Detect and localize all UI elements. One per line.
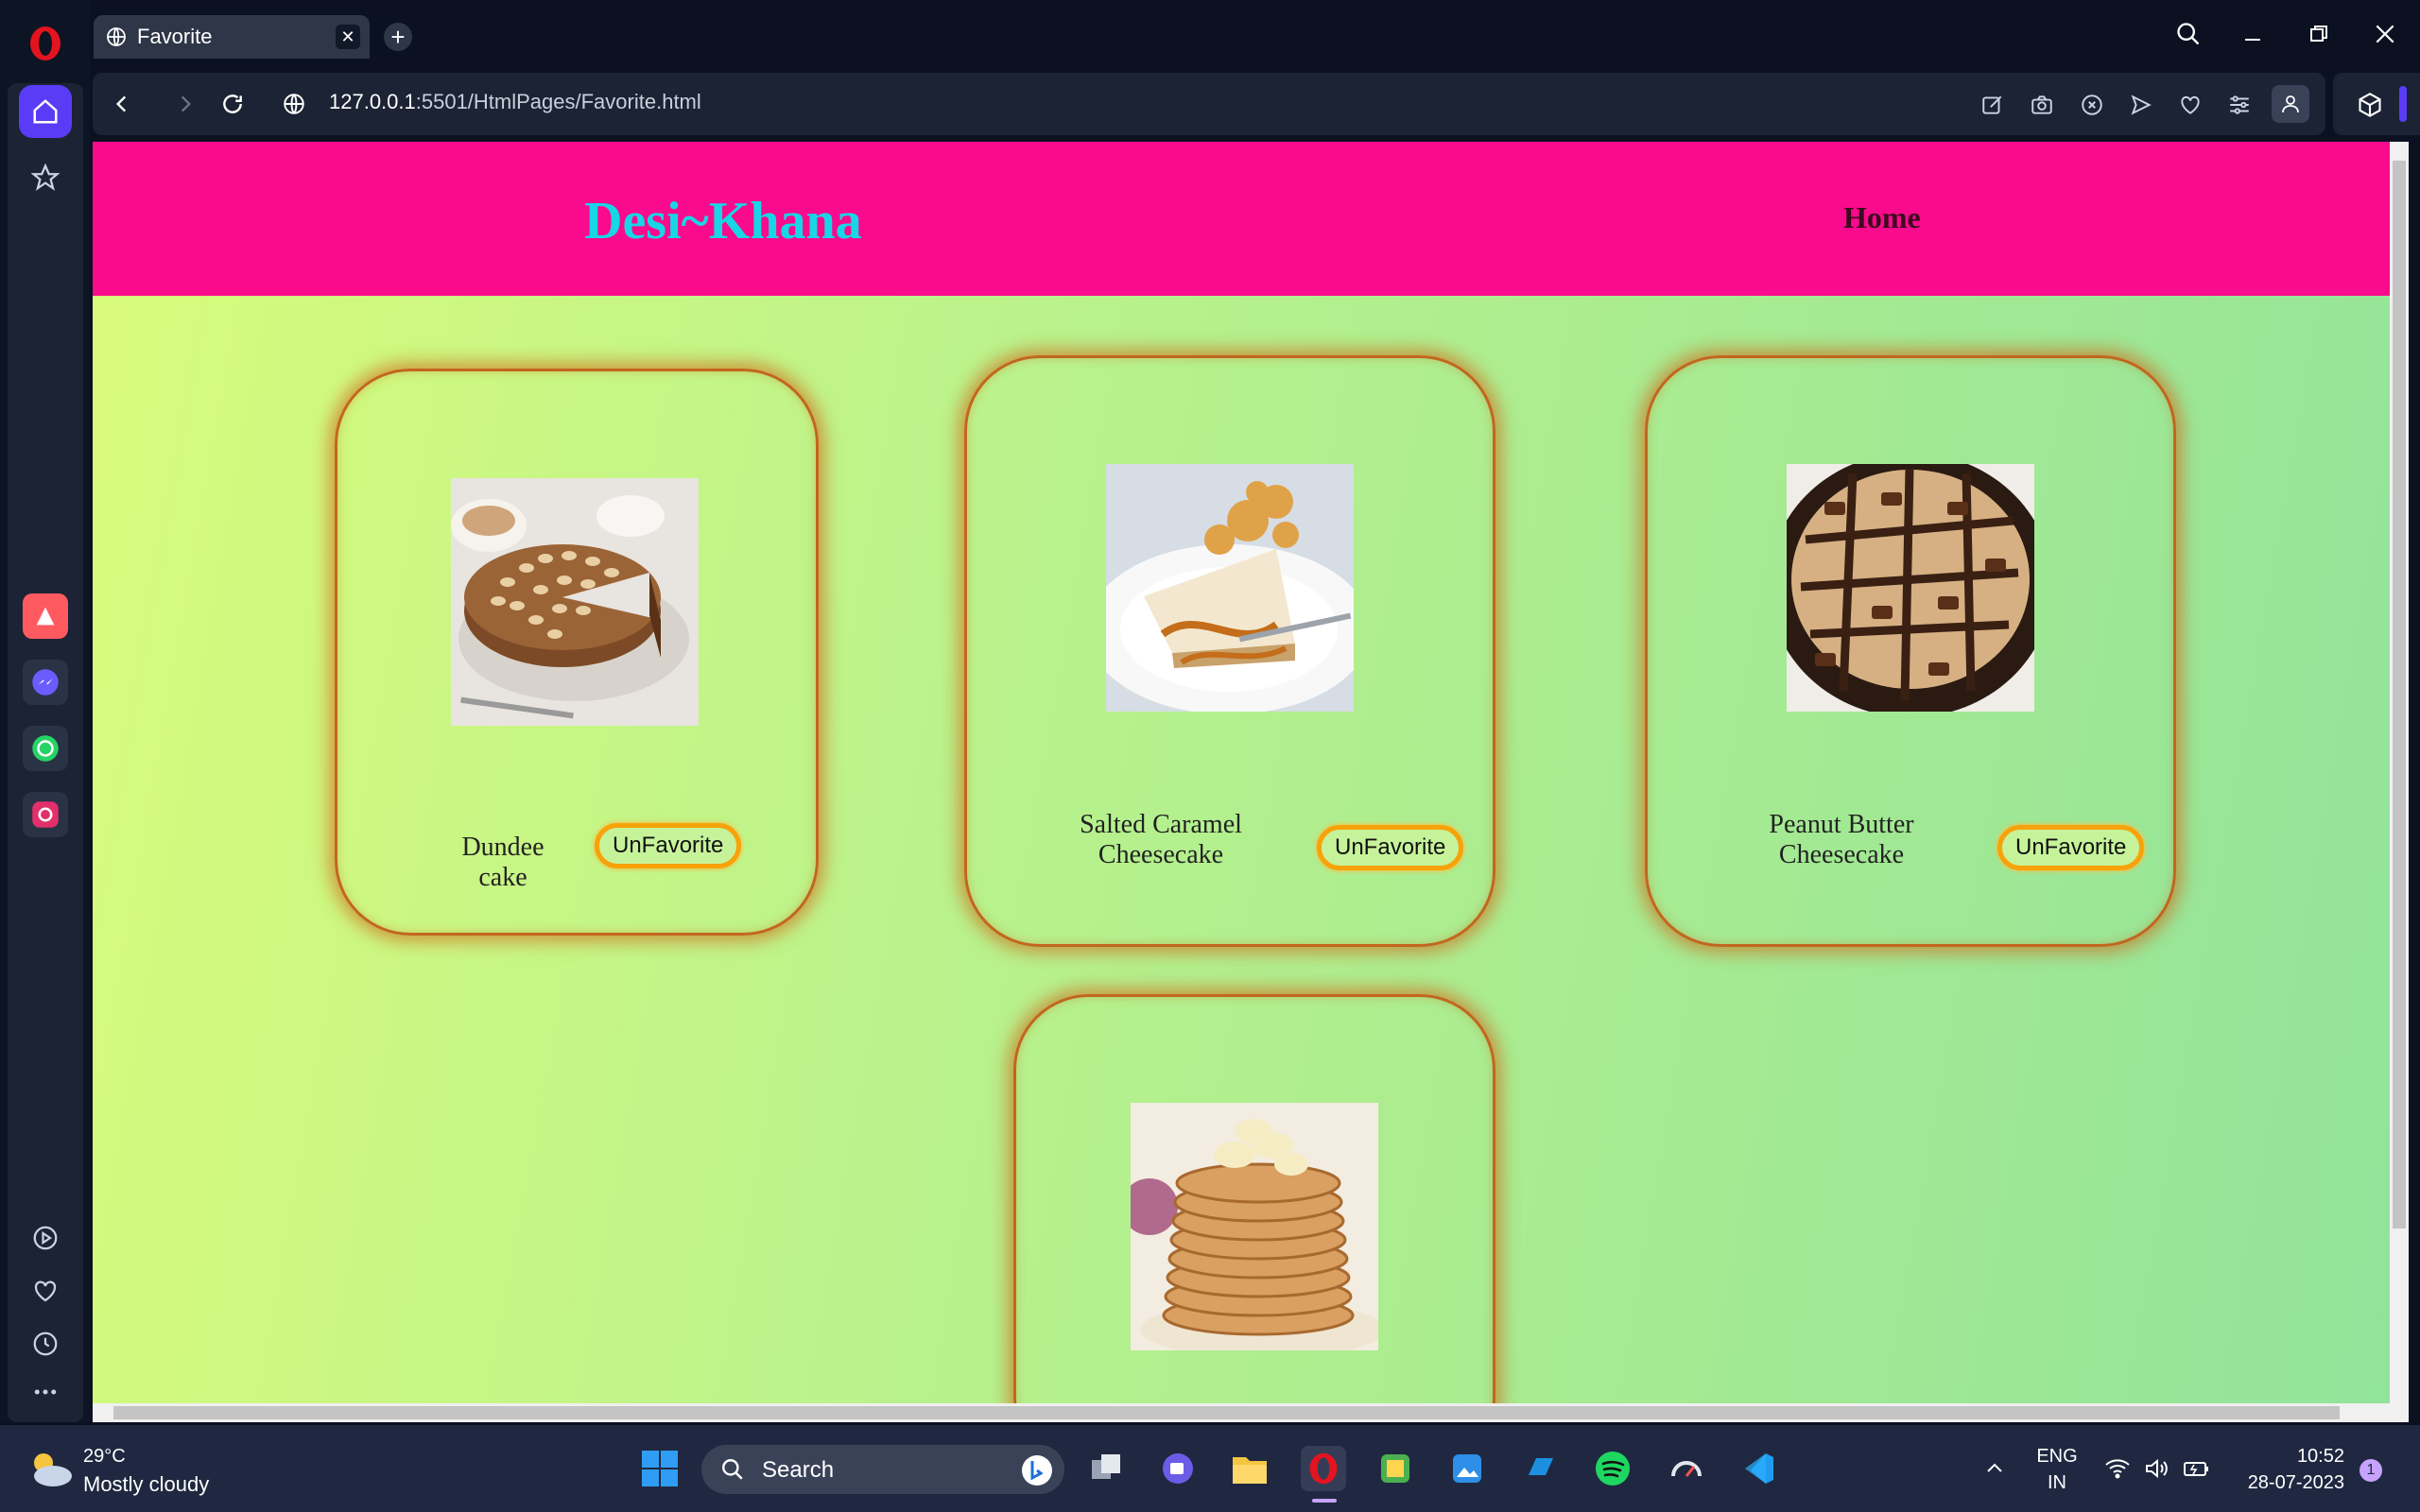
site-brand[interactable]: Desi~Khana	[584, 191, 862, 251]
more-dots-icon[interactable]	[19, 1366, 72, 1418]
search-label: Search	[762, 1457, 835, 1483]
close-window-icon[interactable]	[2368, 17, 2402, 51]
language-indicator-line1[interactable]: ENG	[2031, 1446, 2083, 1468]
food-name: Dundee cake	[461, 833, 544, 892]
taskbar-search-box[interactable]: Search	[701, 1445, 1064, 1494]
spotify-icon[interactable]	[1590, 1446, 1635, 1491]
unfavorite-button[interactable]: UnFavorite	[595, 823, 742, 868]
pancakes-image	[1131, 1103, 1378, 1350]
favorites-heart-icon[interactable]	[19, 1264, 72, 1317]
photos-icon[interactable]	[1444, 1446, 1490, 1491]
notification-badge[interactable]: 1	[2360, 1459, 2382, 1482]
url-field[interactable]: 127.0.0.1:5501/HtmlPages/Favorite.html	[329, 90, 701, 114]
extensions-area	[2333, 73, 2420, 135]
language-indicator-line2[interactable]: IN	[2031, 1472, 2083, 1494]
extensions-cube-icon[interactable]	[2354, 89, 2386, 121]
unfavorite-button[interactable]: UnFavorite	[1317, 825, 1464, 870]
favorite-card: Dundee cake UnFavorite	[335, 369, 819, 936]
speedometer-app-icon[interactable]	[1664, 1446, 1709, 1491]
favorite-card: Salted Caramel Cheesecake UnFavorite	[964, 355, 1495, 947]
dundee-cake-image	[451, 478, 699, 726]
unfavorite-button[interactable]: UnFavorite	[1997, 825, 2145, 870]
whatsapp-icon[interactable]	[23, 726, 68, 771]
active-app-indicator	[1312, 1499, 1337, 1503]
show-hidden-icons-chevron-icon[interactable]	[1972, 1446, 2017, 1491]
opera-logo-icon[interactable]	[26, 25, 64, 62]
send-flow-icon[interactable]	[2125, 89, 2157, 121]
vscode-icon[interactable]	[1736, 1446, 1781, 1491]
tab-bar: Favorite ✕ +	[90, 0, 2420, 72]
snapshot-camera-icon[interactable]	[2026, 89, 2058, 121]
instagram-icon[interactable]	[23, 792, 68, 837]
salted-caramel-cheesecake-image	[1106, 464, 1354, 712]
food-name: Peanut Butter Cheesecake	[1769, 810, 1914, 869]
task-view-icon[interactable]	[1083, 1446, 1129, 1491]
history-clock-icon[interactable]	[19, 1317, 72, 1370]
site-header: Desi~Khana Home	[93, 142, 2390, 296]
edit-page-icon[interactable]	[1977, 89, 2009, 121]
bookmark-heart-icon[interactable]	[2174, 89, 2206, 121]
bing-icon[interactable]	[1021, 1454, 1053, 1486]
messenger-icon[interactable]	[23, 660, 68, 705]
new-tab-plus-icon[interactable]: +	[384, 23, 412, 51]
wifi-icon[interactable]	[2099, 1446, 2136, 1491]
peanut-butter-cheesecake-image	[1787, 464, 2034, 712]
restore-icon[interactable]	[2302, 17, 2336, 51]
clock-date[interactable]: 28-07-2023	[2231, 1472, 2344, 1494]
search-icon	[722, 1459, 743, 1480]
weather-description[interactable]: Mostly cloudy	[83, 1472, 209, 1497]
bluestacks-icon[interactable]	[1373, 1446, 1418, 1491]
address-bar: 127.0.0.1:5501/HtmlPages/Favorite.html	[93, 73, 2325, 135]
vertical-scrollbar-thumb[interactable]	[2393, 161, 2406, 1228]
page-viewport: Desi~Khana Home Dundee cake UnFavorite S…	[93, 142, 2390, 1403]
profile-icon[interactable]	[2272, 85, 2309, 123]
site-info-globe-icon[interactable]	[279, 89, 309, 119]
adblock-icon[interactable]	[2076, 89, 2108, 121]
home-speed-dial-icon[interactable]	[19, 85, 72, 138]
volume-icon[interactable]	[2138, 1446, 2176, 1491]
weather-temperature[interactable]: 29°C	[83, 1446, 126, 1468]
favorite-card: Peanut Butter Cheesecake UnFavorite	[1645, 355, 2176, 947]
tab-favorite[interactable]: Favorite ✕	[94, 15, 370, 59]
windows-taskbar: 29°C Mostly cloudy Search ENG IN 10:52 2…	[0, 1425, 2420, 1512]
file-explorer-icon[interactable]	[1227, 1446, 1272, 1491]
url-host: 127.0.0.1	[329, 90, 416, 113]
tab-title: Favorite	[137, 25, 213, 48]
food-name: Salted Caramel Cheesecake	[1080, 810, 1242, 869]
search-tabs-icon[interactable]	[2171, 17, 2205, 51]
nav-home-link[interactable]: Home	[1843, 200, 1921, 235]
battery-icon[interactable]	[2178, 1446, 2216, 1491]
player-icon[interactable]	[19, 1211, 72, 1264]
favorite-card	[1013, 994, 1495, 1403]
sidebar-toggle-indicator[interactable]	[2399, 86, 2407, 122]
teams-chat-icon[interactable]	[1155, 1446, 1201, 1491]
windows-start-icon[interactable]	[637, 1446, 683, 1491]
remote-app-icon[interactable]	[1518, 1446, 1564, 1491]
browser-sidebar	[0, 0, 90, 1422]
clock-time[interactable]: 10:52	[2231, 1446, 2344, 1468]
opera-taskbar-icon[interactable]	[1301, 1446, 1346, 1491]
minimize-icon[interactable]	[2236, 17, 2270, 51]
pinboard-star-icon[interactable]	[19, 151, 72, 204]
back-arrow-icon[interactable]	[107, 89, 137, 119]
horizontal-scrollbar-thumb[interactable]	[113, 1406, 2340, 1419]
reload-icon[interactable]	[217, 89, 248, 119]
easy-setup-sliders-icon[interactable]	[2223, 89, 2256, 121]
forward-arrow-icon[interactable]	[170, 89, 200, 119]
weather-cloud-icon[interactable]	[26, 1450, 74, 1487]
close-tab-icon[interactable]: ✕	[336, 25, 360, 49]
globe-icon	[107, 27, 126, 46]
url-path: :5501/HtmlPages/Favorite.html	[415, 90, 701, 113]
aria-ai-icon[interactable]	[23, 593, 68, 639]
